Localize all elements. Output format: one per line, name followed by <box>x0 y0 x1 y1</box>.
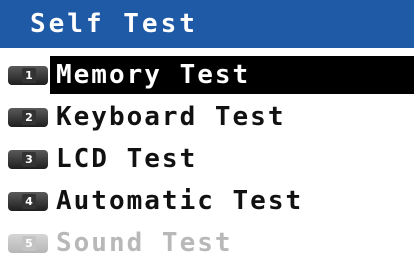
title-bar: Self Test <box>0 0 414 48</box>
number-key-1-icon: 1 <box>8 66 48 85</box>
number-key-label: 1 <box>22 68 36 83</box>
number-key-4-icon: 4 <box>8 192 48 211</box>
number-key-label: 3 <box>22 152 36 167</box>
menu-item-label: LCD Test <box>56 144 198 174</box>
menu-item-lcd-test[interactable]: 3 LCD Test <box>0 140 414 178</box>
menu-item-automatic-test[interactable]: 4 Automatic Test <box>0 182 414 220</box>
menu-item-label: Automatic Test <box>56 186 304 216</box>
number-key-3-icon: 3 <box>8 150 48 169</box>
number-key-2-icon: 2 <box>8 108 48 127</box>
number-key-label: 4 <box>22 194 36 209</box>
number-key-label: 2 <box>22 110 36 125</box>
menu-item-keyboard-test[interactable]: 2 Keyboard Test <box>0 98 414 136</box>
menu-item-sound-test: 5 Sound Test <box>0 224 414 262</box>
number-key-label: 5 <box>22 236 36 251</box>
menu-item-memory-test[interactable]: 1 Memory Test <box>0 56 414 94</box>
menu-item-label: Keyboard Test <box>56 102 286 132</box>
menu-item-label: Memory Test <box>56 60 251 90</box>
number-key-5-icon: 5 <box>8 234 48 253</box>
screen-title: Self Test <box>30 9 198 39</box>
self-test-screen: Self Test 1 Memory Test 2 Keyboard Test … <box>0 0 414 264</box>
menu-item-label: Sound Test <box>56 228 233 258</box>
